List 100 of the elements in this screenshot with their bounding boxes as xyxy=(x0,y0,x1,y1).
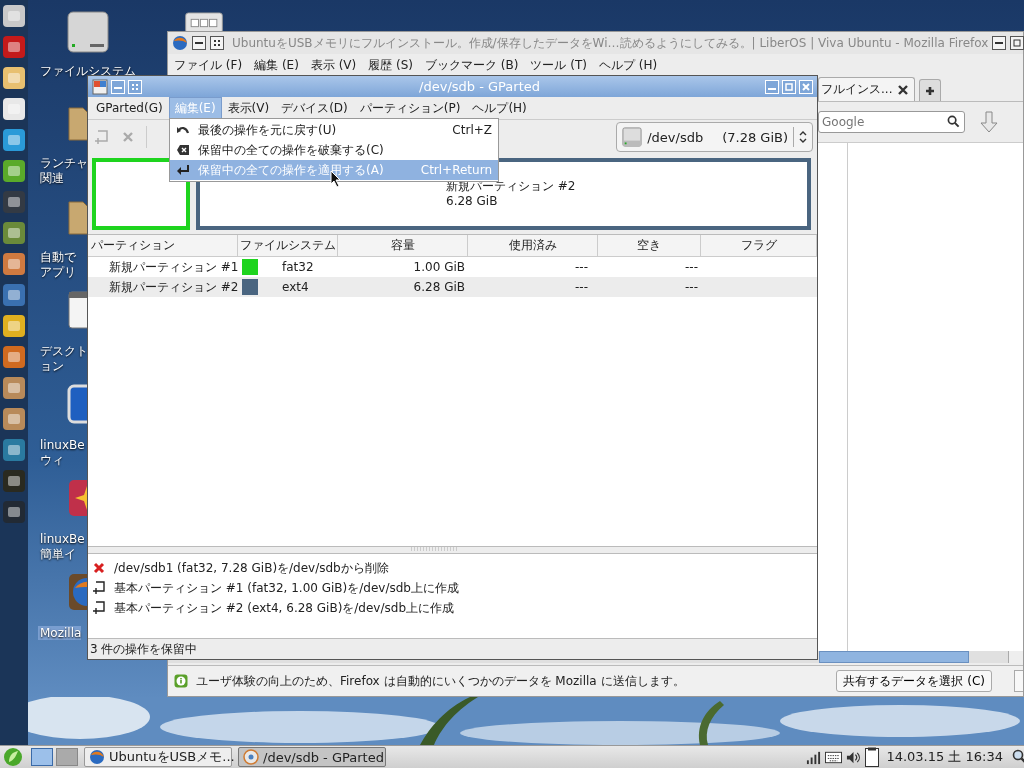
disc-icon xyxy=(243,749,259,765)
menu-item[interactable]: 最後の操作を元に戻す(U) Ctrl+Z xyxy=(170,120,498,140)
status-text: 3 件の操作を保留中 xyxy=(90,640,198,658)
info-icon xyxy=(174,674,188,688)
icon-label: ランチャ xyxy=(39,156,87,171)
minimize-icon[interactable] xyxy=(192,36,206,50)
icon-label: アプリ xyxy=(39,265,76,280)
menu-item[interactable]: GParted(G) xyxy=(90,98,169,118)
search-icon[interactable] xyxy=(1012,749,1024,765)
menu-item[interactable]: 編集 (E) xyxy=(254,56,299,74)
app-icon[interactable] xyxy=(2,314,26,338)
app-icon[interactable] xyxy=(2,283,26,307)
app-icon[interactable] xyxy=(2,438,26,462)
table-cell: fat32 xyxy=(282,260,314,274)
up-down-arrows-icon xyxy=(799,130,807,144)
clock: 14.03.15 土 16:34 xyxy=(886,748,1003,766)
column-header[interactable]: ファイルシステム xyxy=(238,235,338,256)
grid-icon[interactable] xyxy=(210,36,224,50)
icon-label: linuxBe xyxy=(39,532,85,547)
delete-icon xyxy=(92,561,106,575)
return-arrow-icon xyxy=(176,163,190,177)
menu-item[interactable]: 表示(V) xyxy=(221,96,276,120)
app-icon[interactable] xyxy=(2,407,26,431)
app-icon[interactable] xyxy=(2,221,26,245)
menu-item[interactable]: デバイス(D) xyxy=(275,96,354,120)
app-icon[interactable] xyxy=(2,128,26,152)
new-tab-button[interactable] xyxy=(919,79,941,101)
window-title: /dev/sdb - GParted xyxy=(418,79,541,94)
column-header[interactable]: パーティション xyxy=(88,235,238,256)
app-icon[interactable] xyxy=(2,345,26,369)
menu-item[interactable]: 履歴 (S) xyxy=(368,56,414,74)
table-cell-text: 6.28 GiB xyxy=(412,280,466,294)
table-cell-text: --- xyxy=(574,280,589,294)
keyboard-icon[interactable] xyxy=(183,12,225,34)
icon-label: Mozilla xyxy=(38,626,82,640)
maximize-icon[interactable] xyxy=(1010,36,1024,50)
speaker-icon[interactable] xyxy=(845,749,863,765)
workspace-switcher[interactable] xyxy=(31,748,53,766)
device-selector[interactable]: /dev/sdb (7.28 GiB) xyxy=(616,122,813,152)
taskbar-button[interactable]: /dev/sdb - GParted xyxy=(238,747,386,767)
browser-tab[interactable]: フルインス... xyxy=(818,77,915,101)
window-title: UbuntuをUSBメモリにフルインストール。作成/保存したデータをWi…読めるようにしてみる。| LiberOS | Viva Ubuntu - Mozilla Firefox xyxy=(231,34,989,52)
app-icon[interactable] xyxy=(2,4,26,28)
globe-icon xyxy=(89,749,105,765)
search-field[interactable]: Google xyxy=(818,111,965,133)
clipboard-icon[interactable] xyxy=(865,747,880,767)
icon-label: ウィ xyxy=(39,453,64,468)
menu-item[interactable]: パーティション(P) xyxy=(353,96,467,120)
backspace-icon xyxy=(176,143,190,157)
taskbar-button[interactable]: UbuntuをUSBメモ... xyxy=(84,747,232,767)
menu-item[interactable]: 表示 (V) xyxy=(310,56,357,74)
icon-label: linuxBe xyxy=(39,438,85,453)
app-icon[interactable] xyxy=(2,66,26,90)
choose-data-button[interactable]: 共有するデータを選択 (C) xyxy=(836,670,992,692)
app-icon[interactable] xyxy=(2,159,26,183)
signal-icon[interactable] xyxy=(805,749,823,765)
keyboard-icon[interactable] xyxy=(825,749,843,765)
table-cell-text: 1.00 GiB xyxy=(412,260,466,274)
hard-drive-icon xyxy=(622,127,643,147)
table-cell-text: 新規パーティション #1 xyxy=(108,258,238,276)
menu-item[interactable]: ファイル (F) xyxy=(174,56,243,74)
new-partition-icon xyxy=(92,601,106,615)
menu-item[interactable]: ブックマーク (B) xyxy=(425,56,519,74)
splitter-handle[interactable] xyxy=(411,547,457,551)
table-cell-text: --- xyxy=(684,280,699,294)
search-icon[interactable] xyxy=(947,115,960,128)
column-header[interactable]: 容量 xyxy=(338,235,468,256)
icon-label: ョン xyxy=(39,359,64,374)
app-icon[interactable] xyxy=(2,376,26,400)
menu-item[interactable]: 保留中の全ての操作を破棄する(C) xyxy=(170,140,498,160)
notification-text: ユーザ体験の向上のため、Firefox は自動的にいくつかのデータを Mozilla に送信します。 xyxy=(196,672,686,690)
menu-item[interactable]: ツール (T) xyxy=(530,56,587,74)
close-icon[interactable] xyxy=(898,84,908,95)
table-cell: ext4 xyxy=(282,280,309,294)
operation-text: /dev/sdb1 (fat32, 7.28 GiB)を/dev/sdbから削除 xyxy=(114,559,389,577)
table-cell-text: --- xyxy=(574,260,589,274)
column-header[interactable]: フラグ xyxy=(701,235,817,256)
minimize-icon[interactable] xyxy=(992,36,1007,50)
new-partition-icon xyxy=(92,581,106,595)
app-icon[interactable] xyxy=(2,252,26,276)
icon-label: 関連 xyxy=(39,171,64,186)
app-icon[interactable] xyxy=(2,97,26,121)
plus-icon xyxy=(925,85,935,96)
app-icon[interactable] xyxy=(2,35,26,59)
globe-icon[interactable] xyxy=(172,35,188,51)
partition-size: 6.28 GiB xyxy=(446,194,499,209)
workspace-switcher[interactable] xyxy=(56,748,78,766)
scrollbar-thumb[interactable] xyxy=(819,651,969,663)
operation-text: 基本パーティション #2 (ext4, 6.28 GiB)を/dev/sdb上に作成 xyxy=(114,599,454,617)
operation-text: 基本パーティション #1 (fat32, 1.00 GiB)を/dev/sdb上に作成 xyxy=(114,579,459,597)
icon-label: 簡単イ xyxy=(39,547,76,562)
table-cell-text: --- xyxy=(684,260,699,274)
icon-label: 自動で xyxy=(39,250,76,265)
table-cell-text: 新規パーティション #2 xyxy=(108,278,238,296)
column-header[interactable]: 空き xyxy=(598,235,701,256)
hard-drive-icon[interactable] xyxy=(66,10,110,54)
menu-item[interactable]: ヘルプ(H) xyxy=(466,96,533,120)
menu-item[interactable]: ヘルプ (H) xyxy=(599,56,658,74)
icon-label: デスクト xyxy=(39,344,87,359)
column-header[interactable]: 使用済み xyxy=(468,235,598,256)
